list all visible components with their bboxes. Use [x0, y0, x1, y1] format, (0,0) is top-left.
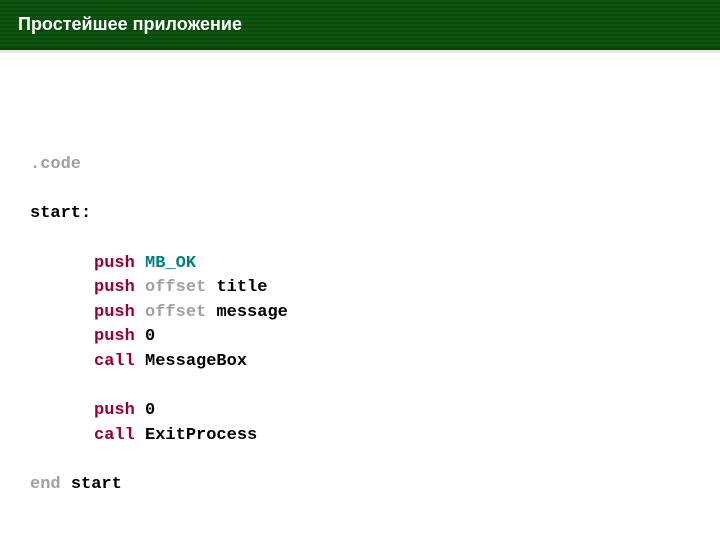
blank-line	[30, 449, 690, 474]
operand: MB_OK	[145, 254, 196, 273]
code-line: start:	[30, 202, 690, 227]
blank-line	[30, 227, 690, 252]
code-line: call ExitProcess	[30, 424, 690, 449]
literal: 0	[145, 327, 155, 346]
code-line: end start	[30, 473, 690, 498]
instruction: push	[94, 303, 135, 322]
label: start:	[30, 204, 91, 223]
page-title: Простейшее приложение	[18, 14, 242, 35]
directive: .code	[30, 155, 81, 174]
literal: 0	[145, 401, 155, 420]
instruction: push	[94, 278, 135, 297]
symbol: title	[216, 278, 267, 297]
symbol: MessageBox	[145, 352, 247, 371]
instruction: call	[94, 426, 135, 445]
code-line: call MessageBox	[30, 350, 690, 375]
instruction: push	[94, 401, 135, 420]
code-line: push MB_OK	[30, 252, 690, 277]
code-line: push offset title	[30, 276, 690, 301]
symbol: message	[216, 303, 287, 322]
code-line: .code	[30, 153, 690, 178]
keyword: offset	[145, 303, 206, 322]
blank-line	[30, 375, 690, 400]
code-line: push 0	[30, 399, 690, 424]
symbol: ExitProcess	[145, 426, 257, 445]
code-block: .code start: push MB_OK push offset titl…	[0, 53, 720, 528]
keyword: offset	[145, 278, 206, 297]
directive: end	[30, 475, 61, 494]
header: Простейшее приложение	[0, 0, 720, 50]
symbol: start	[71, 475, 122, 494]
instruction: call	[94, 352, 135, 371]
code-line: push 0	[30, 325, 690, 350]
instruction: push	[94, 254, 135, 273]
blank-line	[30, 178, 690, 203]
instruction: push	[94, 327, 135, 346]
code-line: push offset message	[30, 301, 690, 326]
